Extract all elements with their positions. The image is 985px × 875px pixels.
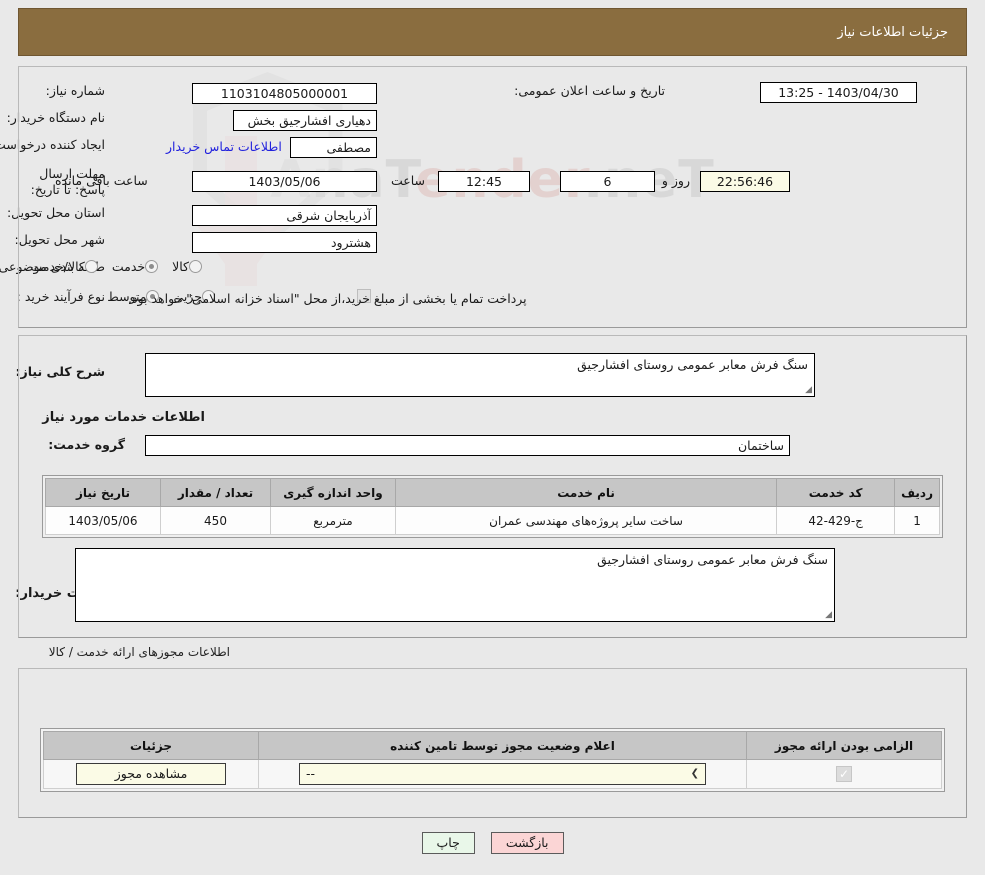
resize-grip-icon-notes[interactable]: ◢	[823, 611, 832, 620]
need-info-panel	[18, 66, 967, 328]
footer-actions: بازگشت چاپ	[0, 832, 985, 854]
resize-grip-icon[interactable]: ◢	[803, 386, 812, 395]
print-button[interactable]: چاپ	[421, 832, 475, 854]
requester-field: مصطفی حسین پور دهیار دهیاری افشارجیق بخش…	[290, 137, 377, 158]
page-header-bar: جزئیات اطلاعات نیاز	[18, 8, 967, 56]
summary-value: سنگ فرش معابر عمومی روستای افشارجیق	[577, 357, 808, 372]
need-number-field: 1103104805000001	[192, 83, 377, 104]
page-root: AnaTender.neT جزئیات اطلاعات نیاز شماره …	[0, 0, 985, 875]
back-button[interactable]: بازگشت	[490, 832, 564, 854]
province-field: آذربایجان شرقی	[192, 205, 377, 226]
deadline-time-field: 12:45	[438, 171, 530, 192]
permits-heading-row: اطلاعات مجوزهای ارائه خدمت / کالا	[49, 645, 230, 659]
announce-datetime-field: 1403/04/30 - 13:25	[760, 82, 917, 103]
permits-heading: اطلاعات مجوزهای ارائه خدمت / کالا	[48, 645, 230, 659]
countdown-field: 22:56:46	[700, 171, 790, 192]
permits-panel	[18, 668, 967, 818]
deadline-date-field: 1403/05/06	[192, 171, 377, 192]
page-title: جزئیات اطلاعات نیاز	[837, 24, 948, 40]
buyer-notes-textarea[interactable]: سنگ فرش معابر عمومی روستای افشارجیق ◢	[75, 548, 835, 622]
service-group-field: ساختمان	[145, 435, 790, 456]
city-field: هشترود	[192, 232, 377, 253]
remaining-days-field: 6	[560, 171, 655, 192]
buyer-notes-value: سنگ فرش معابر عمومی روستای افشارجیق	[597, 552, 828, 567]
summary-textarea[interactable]: سنگ فرش معابر عمومی روستای افشارجیق ◢	[145, 353, 815, 397]
buyer-org-field: دهیاری افشارجیق بخش مرکزی شهرستان هشترود	[233, 110, 377, 131]
